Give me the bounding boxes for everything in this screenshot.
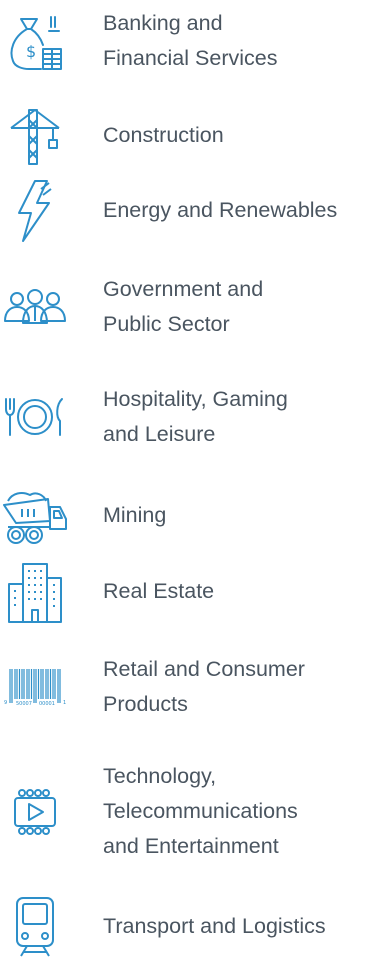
people-group-icon xyxy=(0,266,70,348)
crane-icon xyxy=(0,102,70,170)
money-bag-icon: $ xyxy=(0,0,70,82)
industry-item-hospitality[interactable]: Hospitality, Gaming and Leisure xyxy=(0,376,369,458)
barcode-icon: 9 50007 00001 1 xyxy=(0,646,70,728)
industry-label-mining: Mining xyxy=(103,503,167,527)
lightning-bolt-icon xyxy=(0,176,70,246)
barcode-right-digit: 1 xyxy=(63,700,66,706)
industry-item-energy[interactable]: Energy and Renewables xyxy=(0,176,369,246)
industry-item-technology[interactable]: Technology, Telecommunications and Enter… xyxy=(0,754,369,870)
industry-item-construction[interactable]: Construction xyxy=(0,102,369,170)
industry-label-banking: Banking and Financial Services xyxy=(103,11,278,70)
industry-item-real-estate[interactable]: Real Estate xyxy=(0,558,369,626)
industry-label-real-estate: Real Estate xyxy=(103,579,215,603)
svg-text:$: $ xyxy=(26,42,36,61)
industry-label-retail: Retail and Consumer Products xyxy=(103,657,305,716)
barcode-left-digit: 9 xyxy=(4,700,7,706)
industry-label-technology: Technology, Telecommunications and Enter… xyxy=(103,764,298,858)
place-setting-icon xyxy=(0,376,70,458)
train-icon xyxy=(0,894,70,958)
industry-label-construction: Construction xyxy=(103,123,224,147)
industry-label-hospitality: Hospitality, Gaming and Leisure xyxy=(103,387,288,446)
industry-label-energy: Energy and Renewables xyxy=(103,198,338,222)
dump-truck-icon xyxy=(0,480,70,552)
industry-item-banking[interactable]: $ Banking and Financial Services xyxy=(0,0,369,82)
industry-item-retail[interactable]: 9 50007 00001 1 Retail and Consumer Prod… xyxy=(0,646,369,728)
video-play-icon xyxy=(0,754,70,870)
industry-label-government: Government and Public Sector xyxy=(103,277,264,336)
barcode-mid1-digits: 50007 xyxy=(16,701,32,707)
industry-item-transport[interactable]: Transport and Logistics xyxy=(0,894,369,958)
industry-item-government[interactable]: Government and Public Sector xyxy=(0,266,369,348)
buildings-icon xyxy=(0,558,70,626)
industry-label-transport: Transport and Logistics xyxy=(103,914,326,938)
barcode-mid2-digits: 00001 xyxy=(39,701,55,707)
industry-item-mining[interactable]: Mining xyxy=(0,480,369,552)
